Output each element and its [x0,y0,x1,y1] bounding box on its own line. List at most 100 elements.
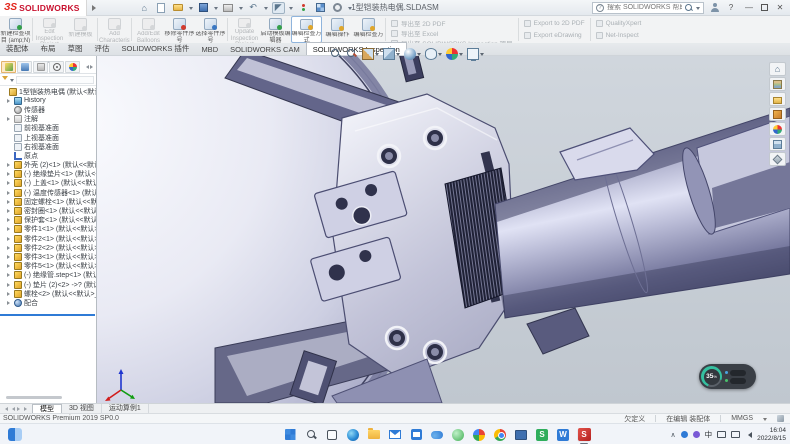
antivirus-app-button[interactable] [451,428,465,442]
wps-app-button[interactable]: W [556,428,570,442]
start-button[interactable] [283,428,297,442]
minimize-button[interactable]: — [743,3,755,12]
tree-item[interactable]: 注解 [0,115,96,124]
configuration-manager-tab[interactable] [33,61,48,73]
help-search-scope-icon[interactable]: ? [596,4,604,12]
tree-item[interactable]: 零件3<1> (默认<<默认>_显示状态 [0,252,96,261]
view-orientation-button[interactable] [383,48,400,60]
tab-scroll-right-icon[interactable] [90,65,95,69]
expand-arrow-icon[interactable] [7,227,12,231]
tree-item[interactable]: History [0,96,96,105]
taskbar-search-button[interactable] [304,428,318,442]
tree-item[interactable]: 右视基准面 [0,142,96,151]
tree-item[interactable]: 固定螺栓<1> (默认<<默认>_显示状 [0,197,96,206]
open-caret-icon[interactable] [189,7,193,12]
solidworks-app-button[interactable]: S [577,428,591,442]
filter-funnel-icon[interactable] [2,76,8,83]
filter-caret-icon[interactable] [10,79,14,84]
expand-arrow-icon[interactable] [7,273,12,277]
expand-arrow-icon[interactable] [7,264,12,268]
lock-toggle-icon[interactable] [730,370,746,376]
solidworks-resources-tab[interactable]: ⌂ [769,62,786,76]
expand-arrow-icon[interactable] [7,163,12,167]
search-caret-icon[interactable] [696,7,700,12]
motion-study-tab[interactable]: 运动算例1 [102,404,149,414]
tree-item[interactable]: 零件5<1> (默认<<默认>_显示状态 [0,262,96,271]
new-inspection-project-button[interactable]: 新建检查项目 (amp;N) [0,16,31,43]
tree-item[interactable]: 原点 [0,151,96,160]
cloud-app-button[interactable] [430,428,444,442]
tree-item[interactable]: 螺栓<2> (默认<<默认>_显示状态 [0,289,96,298]
network-icon[interactable] [731,431,740,438]
edge-browser-button[interactable] [346,428,360,442]
select-balloon-button[interactable]: 选择零件序号 [195,16,226,43]
expand-arrow-icon[interactable] [7,209,12,213]
filter-input[interactable] [16,76,94,84]
print-icon[interactable] [222,2,235,14]
options-gear-icon[interactable] [331,2,344,14]
expand-arrow-icon[interactable] [7,181,12,185]
sunflower-app-button[interactable]: S [535,428,549,442]
options-caret-icon[interactable] [348,7,352,12]
tab-nav-prev-icon[interactable] [10,407,15,411]
hidden-icons-chevron[interactable]: ∧ [670,431,675,439]
tab-layout[interactable]: 布局 [35,41,62,55]
view-settings-button[interactable] [467,48,484,60]
close-button[interactable]: ✕ [774,3,786,12]
tree-item[interactable]: 上视基准面 [0,133,96,142]
display-style-button[interactable] [404,48,421,60]
tree-item[interactable]: 传感器 [0,105,96,114]
touch-keyboard-icon[interactable] [717,431,726,438]
expand-arrow-icon[interactable] [7,191,12,195]
expand-arrow-icon[interactable] [7,172,12,176]
edit-inspection-button[interactable]: 编辑检查方 [353,16,384,43]
volume-icon[interactable] [745,432,752,438]
clock[interactable]: 16:04 2022/8/15 [757,427,786,442]
remove-balloon-button[interactable]: 移除零件序号 [164,16,195,43]
units-caret-icon[interactable] [763,418,767,423]
file-explorer-button[interactable] [367,428,381,442]
zoom-to-area-button[interactable] [346,48,358,60]
panel-splitter[interactable] [0,314,95,316]
tree-item[interactable]: 零件1<1> (默认<<默认>_显示状态 [0,225,96,234]
view-settings-caret-icon[interactable] [480,53,484,58]
expand-arrow-icon[interactable] [7,218,12,222]
tray-app-icon[interactable] [693,431,700,438]
tab-assembly[interactable]: 装配体 [0,41,35,55]
custom-properties-tab[interactable] [769,137,786,151]
panel-horizontal-scrollbar[interactable] [6,396,62,399]
file-explorer-tab[interactable] [769,92,786,106]
expand-arrow-icon[interactable] [7,246,12,250]
property-manager-tab[interactable] [17,61,32,73]
graphics-viewport[interactable] [97,56,790,403]
open-document-icon[interactable] [172,2,185,14]
tab-sketch[interactable]: 草图 [62,41,89,55]
expand-arrow-icon[interactable] [7,283,12,287]
undo-caret-icon[interactable] [264,7,268,12]
print-caret-icon[interactable] [239,7,243,12]
tab-nav-last-icon[interactable] [24,407,29,411]
menu-flyout-arrow-icon[interactable] [92,5,99,11]
launch-template-editor-button[interactable]: 启动模板编辑器 [260,16,291,43]
doc-tab-nav[interactable] [0,407,32,411]
view-palette-tab[interactable] [769,107,786,121]
task-view-button[interactable] [325,428,339,442]
model-tab[interactable]: 模型 [32,404,62,414]
remote-app-button[interactable] [514,428,528,442]
tree-item-mates[interactable]: 配合 [0,298,96,307]
solidworks-logo[interactable]: ЗS SOLIDWORKS [0,0,87,16]
tree-item[interactable]: 前视基准面 [0,124,96,133]
restore-button[interactable] [761,4,768,11]
solidworks-forum-tab[interactable] [769,152,786,166]
dimxpert-manager-tab[interactable] [49,61,64,73]
expand-arrow-icon[interactable] [7,255,12,259]
edit-appearance-button[interactable] [446,48,463,60]
tree-item[interactable]: 外壳 (2)<1> (默认<<默认>_显示状 [0,161,96,170]
expand-arrow-icon[interactable] [7,99,12,103]
tree-item[interactable]: 密封圈<1> (默认<<默认>_显示状 [0,206,96,215]
search-input[interactable] [607,4,682,11]
3d-views-tab[interactable]: 3D 视图 [62,404,102,414]
display-manager-tab[interactable] [65,61,80,73]
tab-sw-addins[interactable]: SOLIDWORKS 插件 [116,41,196,55]
widgets-button[interactable] [8,428,22,441]
